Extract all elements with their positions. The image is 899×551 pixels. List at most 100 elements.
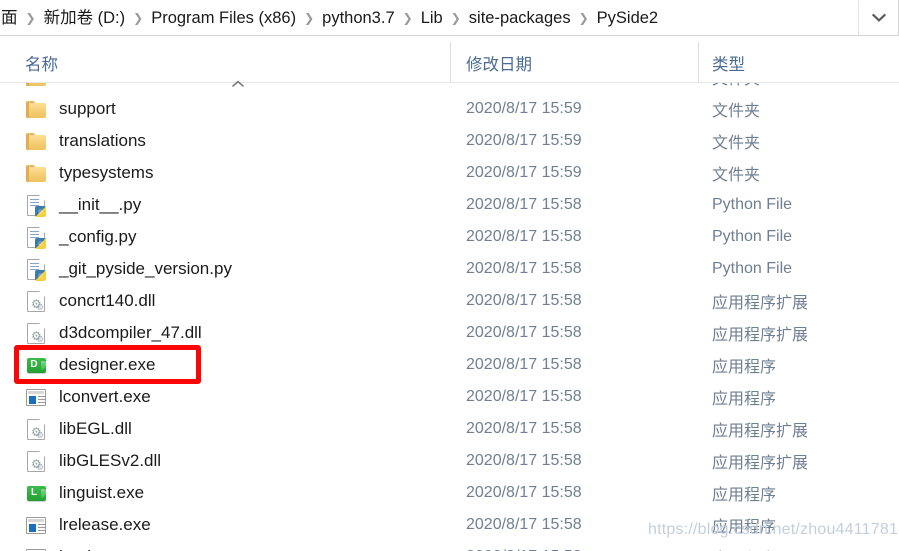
file-name-cell[interactable]: lconvert.exe <box>0 381 151 413</box>
address-bar[interactable]: 面 ❯ 新加卷 (D:) ❯ Program Files (x86) ❯ python3.7… <box>0 0 899 36</box>
folder-icon <box>25 98 47 120</box>
file-date-cell: 2020/8/17 15:58 <box>466 541 582 551</box>
file-date-cell: 2020/8/17 15:59 <box>466 83 582 93</box>
column-header-date-modified[interactable]: 修改日期 <box>466 36 532 83</box>
file-name-label: linguist.exe <box>59 483 145 502</box>
file-date-cell: 2020/8/17 15:59 <box>466 132 582 149</box>
file-name-cell[interactable]: ⚙ ⚙ concrt140.dll <box>0 285 155 317</box>
column-divider-2[interactable] <box>698 42 699 82</box>
file-name-cell[interactable]: Ddesigner.exe <box>0 349 155 381</box>
file-row[interactable]: ⚙ ⚙ concrt140.dll 2020/8/17 15:58 应用程序扩展 <box>0 285 899 317</box>
breadcrumb-separator-icon: ❯ <box>304 10 315 25</box>
breadcrumb-item[interactable]: 新加卷 (D:) <box>41 5 129 31</box>
file-name-label: libGLESv2.dll <box>59 451 162 470</box>
file-date-cell: 2020/8/17 15:58 <box>466 228 582 245</box>
file-row-clipped-bottom[interactable]: lupdate.exe 2020/8/17 15:58 应用程序 <box>0 541 899 551</box>
file-list[interactable]: shiboken2 2020/8/17 15:59 文件夹 support 2020/8… <box>0 83 899 551</box>
column-header-name[interactable]: 名称 <box>25 36 58 83</box>
file-name-cell[interactable]: ⚙ ⚙ libEGL.dll <box>0 413 132 445</box>
dll-file-icon: ⚙ ⚙ <box>25 322 47 344</box>
file-type-cell: 应用程序 <box>712 391 777 408</box>
file-type-cell: 应用程序扩展 <box>712 423 809 440</box>
file-name-cell[interactable]: translations <box>0 125 146 157</box>
dll-file-icon: ⚙ ⚙ <box>25 290 47 312</box>
file-name-cell[interactable]: _git_pyside_version.py <box>0 253 232 285</box>
file-type-cell: 文件夹 <box>712 135 761 152</box>
file-date-cell: 2020/8/17 15:58 <box>466 292 582 309</box>
file-row[interactable]: ⚙ ⚙ libGLESv2.dll 2020/8/17 15:58 应用程序扩展 <box>0 445 899 477</box>
file-row[interactable]: ⚙ ⚙ d3dcompiler_47.dll 2020/8/17 15:58 应用程序扩… <box>0 317 899 349</box>
file-row[interactable]: _config.py 2020/8/17 15:58 Python File <box>0 221 899 253</box>
file-date-cell: 2020/8/17 15:58 <box>466 516 582 533</box>
dll-file-icon: ⚙ ⚙ <box>25 450 47 472</box>
file-row[interactable]: support 2020/8/17 15:59 文件夹 <box>0 93 899 125</box>
breadcrumb-item[interactable]: site-packages <box>466 5 574 31</box>
breadcrumb-separator-icon: ❯ <box>450 10 461 25</box>
breadcrumb-item[interactable]: Lib <box>418 5 446 31</box>
file-date-cell: 2020/8/17 15:58 <box>466 484 582 501</box>
file-row[interactable]: ⚙ ⚙ libEGL.dll 2020/8/17 15:58 应用程序扩展 <box>0 413 899 445</box>
file-type-cell: 应用程序扩展 <box>712 327 809 344</box>
column-header-date-label: 修改日期 <box>466 56 532 74</box>
file-row[interactable]: _git_pyside_version.py 2020/8/17 15:58 Pyt… <box>0 253 899 285</box>
file-row[interactable]: Ddesigner.exe 2020/8/17 15:58 应用程序 <box>0 349 899 381</box>
file-name-label: translations <box>59 131 146 150</box>
file-name-cell[interactable]: Llinguist.exe <box>0 477 144 509</box>
file-name-cell[interactable]: __init__.py <box>0 189 141 221</box>
column-divider-1[interactable] <box>450 42 451 82</box>
breadcrumb-item[interactable]: 面 <box>0 5 21 31</box>
file-name-cell[interactable]: ⚙ ⚙ libGLESv2.dll <box>0 445 161 477</box>
file-type-cell: Python File <box>712 196 793 213</box>
breadcrumb-item[interactable]: PySide2 <box>594 5 661 31</box>
file-type-cell: 文件夹 <box>712 103 761 120</box>
file-name-label: concrt140.dll <box>59 291 156 310</box>
breadcrumb-separator-icon: ❯ <box>578 10 589 25</box>
file-type-cell: 文件夹 <box>712 167 761 184</box>
file-date-cell: 2020/8/17 15:58 <box>466 420 582 437</box>
file-row[interactable]: translations 2020/8/17 15:59 文件夹 <box>0 125 899 157</box>
breadcrumb-separator-icon: ❯ <box>25 10 36 25</box>
folder-icon <box>25 130 47 152</box>
column-header-name-label: 名称 <box>25 56 58 74</box>
file-date-cell: 2020/8/17 15:59 <box>466 164 582 181</box>
breadcrumb-separator-icon: ❯ <box>133 10 144 25</box>
file-name-cell[interactable]: lrelease.exe <box>0 509 151 541</box>
breadcrumb-separator-icon: ❯ <box>402 10 413 25</box>
file-name-label: typesystems <box>59 163 154 182</box>
file-name-cell[interactable]: ⚙ ⚙ d3dcompiler_47.dll <box>0 317 202 349</box>
column-header-type-label: 类型 <box>712 56 745 74</box>
file-name-label: designer.exe <box>59 355 156 374</box>
chevron-down-icon[interactable] <box>858 0 898 35</box>
file-name-label: lconvert.exe <box>59 387 151 406</box>
file-type-cell: 应用程序扩展 <box>712 295 809 312</box>
file-name-label: shiboken2 <box>59 83 137 88</box>
column-header-row: 名称 修改日期 类型 <box>0 36 899 87</box>
file-name-cell[interactable]: typesystems <box>0 157 153 189</box>
breadcrumb[interactable]: 面 ❯ 新加卷 (D:) ❯ Program Files (x86) ❯ python3.7… <box>0 0 858 35</box>
file-date-cell: 2020/8/17 15:58 <box>466 260 582 277</box>
file-name-label: d3dcompiler_47.dll <box>59 323 202 342</box>
file-name-cell[interactable]: lupdate.exe <box>0 541 147 551</box>
python-file-icon <box>25 194 47 217</box>
file-row[interactable]: typesystems 2020/8/17 15:59 文件夹 <box>0 157 899 189</box>
file-type-cell: Python File <box>712 260 793 277</box>
breadcrumb-item[interactable]: python3.7 <box>319 5 397 31</box>
file-name-cell[interactable]: shiboken2 <box>0 83 137 93</box>
file-row[interactable]: lconvert.exe 2020/8/17 15:58 应用程序 <box>0 381 899 413</box>
file-date-cell: 2020/8/17 15:58 <box>466 324 582 341</box>
file-date-cell: 2020/8/17 15:58 <box>466 388 582 405</box>
file-name-label: _config.py <box>59 227 137 246</box>
file-row[interactable]: lupdate.exe 2020/8/17 15:58 应用程序 <box>0 541 899 551</box>
breadcrumb-item[interactable]: Program Files (x86) <box>148 5 299 31</box>
file-name-cell[interactable]: _config.py <box>0 221 137 253</box>
window-app-icon <box>25 514 47 536</box>
file-name-label: lupdate.exe <box>59 546 147 551</box>
file-name-label: _git_pyside_version.py <box>59 259 232 278</box>
file-row-clipped-top[interactable]: shiboken2 2020/8/17 15:59 文件夹 <box>0 83 899 93</box>
file-row[interactable]: __init__.py 2020/8/17 15:58 Python File <box>0 189 899 221</box>
file-row[interactable]: shiboken2 2020/8/17 15:59 文件夹 <box>0 83 899 93</box>
file-row[interactable]: Llinguist.exe 2020/8/17 15:58 应用程序 <box>0 477 899 509</box>
column-header-type[interactable]: 类型 <box>712 36 745 83</box>
file-name-cell[interactable]: support <box>0 93 116 125</box>
designer-app-icon: D <box>25 354 47 376</box>
